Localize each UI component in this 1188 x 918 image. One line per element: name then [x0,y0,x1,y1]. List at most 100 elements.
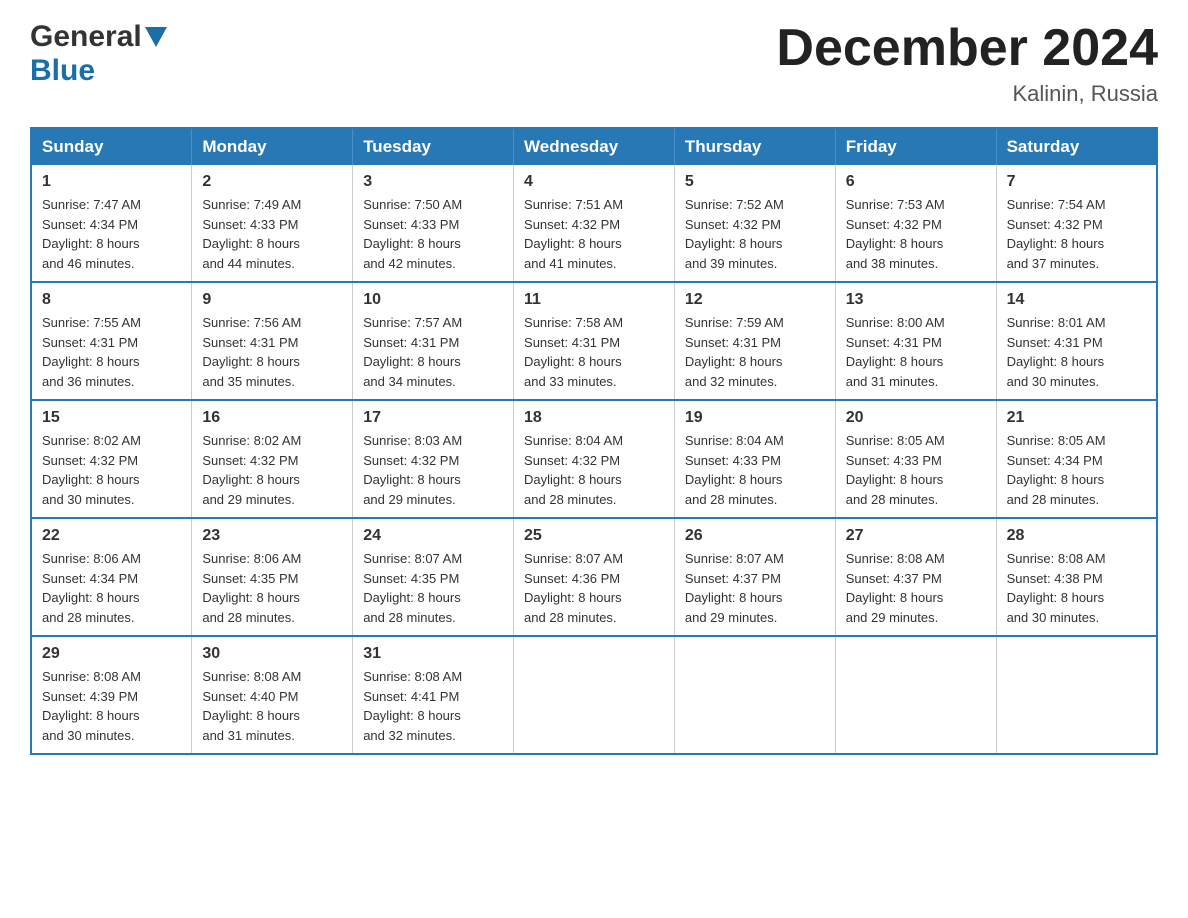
day-info: Sunrise: 7:52 AMSunset: 4:32 PMDaylight:… [685,195,825,273]
day-number: 11 [524,291,664,309]
day-info: Sunrise: 8:02 AMSunset: 4:32 PMDaylight:… [42,431,181,509]
page-header: General Blue December 2024 Kalinin, Russ… [30,20,1158,107]
day-info: Sunrise: 8:00 AMSunset: 4:31 PMDaylight:… [846,313,986,391]
day-info: Sunrise: 8:01 AMSunset: 4:31 PMDaylight:… [1007,313,1146,391]
logo-blue-text: Blue [30,54,95,87]
day-info: Sunrise: 8:08 AMSunset: 4:39 PMDaylight:… [42,667,181,745]
day-info: Sunrise: 7:58 AMSunset: 4:31 PMDaylight:… [524,313,664,391]
day-info: Sunrise: 7:51 AMSunset: 4:32 PMDaylight:… [524,195,664,273]
day-number: 23 [202,527,342,545]
day-number: 16 [202,409,342,427]
day-info: Sunrise: 8:03 AMSunset: 4:32 PMDaylight:… [363,431,503,509]
calendar-cell: 2 Sunrise: 7:49 AMSunset: 4:33 PMDaylight… [192,165,353,282]
logo: General Blue [30,20,167,88]
day-number: 19 [685,409,825,427]
calendar-cell: 11 Sunrise: 7:58 AMSunset: 4:31 PMDayligh… [514,282,675,400]
day-info: Sunrise: 7:56 AMSunset: 4:31 PMDaylight:… [202,313,342,391]
calendar-cell: 1Sunrise: 7:47 AMSunset: 4:34 PMDaylight… [31,165,192,282]
day-number: 2 [202,173,342,191]
calendar-cell: 3 Sunrise: 7:50 AMSunset: 4:33 PMDaylight… [353,165,514,282]
day-info: Sunrise: 7:49 AMSunset: 4:33 PMDaylight:… [202,195,342,273]
day-info: Sunrise: 8:07 AMSunset: 4:36 PMDaylight:… [524,549,664,627]
header-friday: Friday [835,128,996,165]
logo-triangle-icon [145,27,167,52]
month-title: December 2024 [776,20,1158,77]
day-number: 6 [846,173,986,191]
day-info: Sunrise: 8:04 AMSunset: 4:32 PMDaylight:… [524,431,664,509]
day-info: Sunrise: 8:06 AMSunset: 4:35 PMDaylight:… [202,549,342,627]
calendar-cell: 31Sunrise: 8:08 AMSunset: 4:41 PMDayligh… [353,636,514,754]
day-info: Sunrise: 8:02 AMSunset: 4:32 PMDaylight:… [202,431,342,509]
day-number: 5 [685,173,825,191]
calendar-cell [996,636,1157,754]
day-number: 1 [42,173,181,191]
day-info: Sunrise: 8:06 AMSunset: 4:34 PMDaylight:… [42,549,181,627]
day-number: 7 [1007,173,1146,191]
calendar-cell: 21 Sunrise: 8:05 AMSunset: 4:34 PMDayligh… [996,400,1157,518]
day-info: Sunrise: 8:07 AMSunset: 4:35 PMDaylight:… [363,549,503,627]
header-wednesday: Wednesday [514,128,675,165]
day-number: 8 [42,291,181,309]
location-text: Kalinin, Russia [776,81,1158,107]
calendar-week-row: 15 Sunrise: 8:02 AMSunset: 4:32 PMDayligh… [31,400,1157,518]
day-number: 20 [846,409,986,427]
calendar-cell: 29 Sunrise: 8:08 AMSunset: 4:39 PMDayligh… [31,636,192,754]
calendar-header-row: SundayMondayTuesdayWednesdayThursdayFrid… [31,128,1157,165]
day-info: Sunrise: 7:54 AMSunset: 4:32 PMDaylight:… [1007,195,1146,273]
header-monday: Monday [192,128,353,165]
day-number: 17 [363,409,503,427]
day-number: 30 [202,645,342,663]
calendar-cell: 8Sunrise: 7:55 AMSunset: 4:31 PMDaylight… [31,282,192,400]
day-info: Sunrise: 8:05 AMSunset: 4:34 PMDaylight:… [1007,431,1146,509]
day-number: 29 [42,645,181,663]
calendar-cell: 23 Sunrise: 8:06 AMSunset: 4:35 PMDayligh… [192,518,353,636]
calendar-cell: 19Sunrise: 8:04 AMSunset: 4:33 PMDayligh… [674,400,835,518]
day-number: 15 [42,409,181,427]
calendar-cell: 24Sunrise: 8:07 AMSunset: 4:35 PMDayligh… [353,518,514,636]
day-number: 27 [846,527,986,545]
calendar-cell: 27 Sunrise: 8:08 AMSunset: 4:37 PMDayligh… [835,518,996,636]
header-saturday: Saturday [996,128,1157,165]
calendar-cell: 6Sunrise: 7:53 AMSunset: 4:32 PMDaylight… [835,165,996,282]
calendar-week-row: 8Sunrise: 7:55 AMSunset: 4:31 PMDaylight… [31,282,1157,400]
calendar-cell: 20Sunrise: 8:05 AMSunset: 4:33 PMDayligh… [835,400,996,518]
day-number: 10 [363,291,503,309]
day-info: Sunrise: 7:57 AMSunset: 4:31 PMDaylight:… [363,313,503,391]
header-tuesday: Tuesday [353,128,514,165]
calendar-week-row: 29 Sunrise: 8:08 AMSunset: 4:39 PMDayligh… [31,636,1157,754]
day-info: Sunrise: 8:08 AMSunset: 4:38 PMDaylight:… [1007,549,1146,627]
calendar-cell: 4 Sunrise: 7:51 AMSunset: 4:32 PMDaylight… [514,165,675,282]
day-number: 4 [524,173,664,191]
calendar-cell: 22 Sunrise: 8:06 AMSunset: 4:34 PMDayligh… [31,518,192,636]
calendar-cell: 9Sunrise: 7:56 AMSunset: 4:31 PMDaylight… [192,282,353,400]
day-number: 18 [524,409,664,427]
header-sunday: Sunday [31,128,192,165]
calendar-cell: 17 Sunrise: 8:03 AMSunset: 4:32 PMDayligh… [353,400,514,518]
calendar-cell: 15 Sunrise: 8:02 AMSunset: 4:32 PMDayligh… [31,400,192,518]
day-number: 13 [846,291,986,309]
header-thursday: Thursday [674,128,835,165]
calendar-cell: 26Sunrise: 8:07 AMSunset: 4:37 PMDayligh… [674,518,835,636]
calendar-cell: 30 Sunrise: 8:08 AMSunset: 4:40 PMDayligh… [192,636,353,754]
day-info: Sunrise: 7:59 AMSunset: 4:31 PMDaylight:… [685,313,825,391]
day-info: Sunrise: 8:08 AMSunset: 4:40 PMDaylight:… [202,667,342,745]
day-number: 21 [1007,409,1146,427]
calendar-week-row: 22 Sunrise: 8:06 AMSunset: 4:34 PMDayligh… [31,518,1157,636]
calendar-cell: 12 Sunrise: 7:59 AMSunset: 4:31 PMDayligh… [674,282,835,400]
day-info: Sunrise: 7:50 AMSunset: 4:33 PMDaylight:… [363,195,503,273]
calendar-cell: 28 Sunrise: 8:08 AMSunset: 4:38 PMDayligh… [996,518,1157,636]
day-number: 12 [685,291,825,309]
calendar-cell: 5 Sunrise: 7:52 AMSunset: 4:32 PMDaylight… [674,165,835,282]
day-number: 25 [524,527,664,545]
calendar-cell [674,636,835,754]
day-number: 3 [363,173,503,191]
day-number: 28 [1007,527,1146,545]
day-info: Sunrise: 8:08 AMSunset: 4:41 PMDaylight:… [363,667,503,745]
calendar-cell: 13 Sunrise: 8:00 AMSunset: 4:31 PMDayligh… [835,282,996,400]
day-number: 22 [42,527,181,545]
calendar-cell: 18 Sunrise: 8:04 AMSunset: 4:32 PMDayligh… [514,400,675,518]
day-info: Sunrise: 8:07 AMSunset: 4:37 PMDaylight:… [685,549,825,627]
calendar-cell: 10 Sunrise: 7:57 AMSunset: 4:31 PMDayligh… [353,282,514,400]
calendar-cell [835,636,996,754]
day-info: Sunrise: 8:08 AMSunset: 4:37 PMDaylight:… [846,549,986,627]
